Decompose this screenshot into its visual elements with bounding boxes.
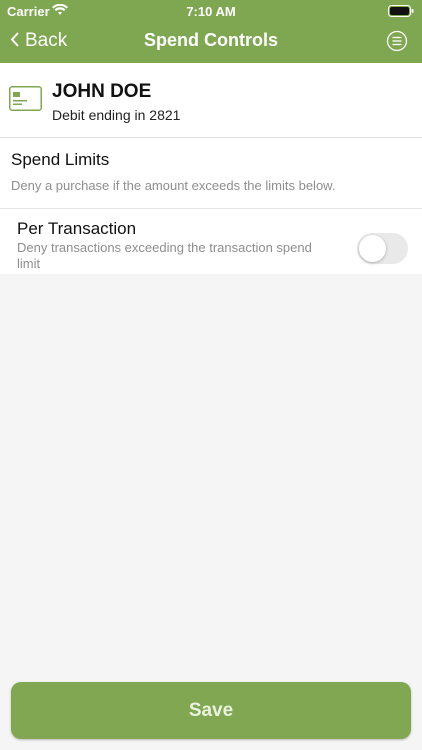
battery-icon: [388, 5, 414, 20]
page-title: Spend Controls: [144, 30, 278, 50]
card-description: Debit ending in 2821: [52, 107, 181, 123]
card-holder-name: JOHN DOE: [52, 81, 152, 102]
card-summary: JOHN DOE Debit ending in 2821: [0, 63, 422, 138]
status-time: 7:10 AM: [186, 4, 236, 19]
menu-icon[interactable]: [386, 30, 408, 52]
card-icon: [9, 86, 42, 116]
status-bar: Carrier 7:10 AM: [0, 0, 422, 22]
per-transaction-toggle[interactable]: [357, 233, 408, 264]
spend-limits-header: Spend Limits Deny a purchase if the amou…: [0, 138, 422, 209]
navigation-bar: Back Spend Controls: [0, 22, 422, 63]
toggle-knob: [359, 235, 386, 262]
spend-limits-subtitle: Deny a purchase if the amount exceeds th…: [11, 178, 336, 193]
per-transaction-subtitle: Deny transactions exceeding the transact…: [17, 240, 312, 271]
top-bar: Carrier 7:10 AM Back Spend Controls: [0, 0, 422, 63]
save-button[interactable]: Save: [11, 682, 411, 739]
spend-limits-title: Spend Limits: [11, 150, 110, 169]
per-transaction-row: Per Transaction Deny transactions exceed…: [0, 209, 422, 274]
per-transaction-title: Per Transaction: [17, 219, 137, 238]
